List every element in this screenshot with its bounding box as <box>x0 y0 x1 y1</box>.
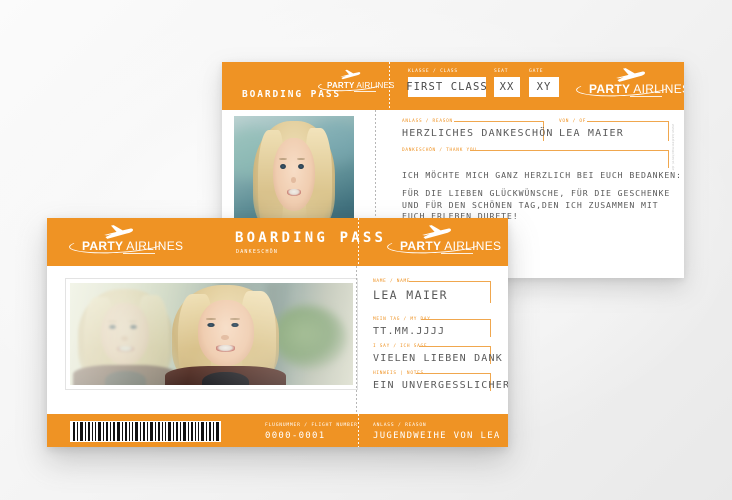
logo-brand-bold: PARTY <box>82 239 124 253</box>
front-card-photo <box>66 279 357 389</box>
name-label: NAME / NAME <box>373 279 411 284</box>
perforation-line-body <box>356 266 357 414</box>
seat-field-caption: SEAT <box>494 69 509 74</box>
seat-field-value[interactable]: XX <box>494 77 520 97</box>
party-airlines-wordmark: PARTY AIRLINES <box>400 239 501 253</box>
gate-field-caption: GATE <box>529 69 544 74</box>
photo-eye-right <box>298 163 305 169</box>
logo-brand-bold: PARTY <box>400 239 442 253</box>
logo-underline <box>441 253 473 254</box>
boarding-pass-card-front[interactable]: PARTY AIRLINES BOARDING PASS DANKESCHÖN … <box>47 218 508 447</box>
photo-mouth <box>286 188 302 196</box>
barcode <box>70 421 221 442</box>
photo-eye-left <box>280 163 287 169</box>
notes-value[interactable]: EIN UNVERGESSLICHER TAG <box>373 380 508 391</box>
reason-value[interactable]: HERZLICHES DANKESCHÖN <box>402 128 554 139</box>
myday-value[interactable]: TT.MM.JJJJ <box>373 326 445 337</box>
flight-number-value[interactable]: 0000-0001 <box>265 431 325 441</box>
perforation-line-header <box>358 218 359 266</box>
flight-number-label: FLUGNUMMER / FLIGHT NUMBER <box>265 423 358 428</box>
thankyou-bracket <box>470 150 669 168</box>
party-airlines-logo-front: PARTY AIRLINES <box>68 224 183 260</box>
photo-skin <box>272 137 316 212</box>
front-card-body: NAME / NAME LEA MAIER MEIN TAG / MY DAY … <box>47 266 508 414</box>
party-airlines-logo-back-main: PARTY AIRLINES <box>575 67 684 103</box>
back-card-header-stub: PARTY AIRLINES BOARDING PASS <box>222 62 394 110</box>
thankyou-lead: ICH MÖCHTE MICH GANZ HERZLICH BEI EUCH B… <box>402 170 682 180</box>
back-card-header: PARTY AIRLINES BOARDING PASS KLASSE / CL… <box>222 62 684 110</box>
logo-underline <box>123 253 155 254</box>
logo-underline <box>630 96 662 97</box>
logo-brand-light: AIRLINES <box>444 239 502 253</box>
footer-reason-value[interactable]: JUGENDWEIHE VON LEA <box>373 431 501 441</box>
logo-underline <box>354 90 376 92</box>
thankyou-label: DANKESCHÖN / THANK YOU <box>402 148 477 153</box>
party-airlines-wordmark: PARTY AIRLINES <box>589 82 684 96</box>
logo-brand-bold: PARTY <box>589 82 631 96</box>
party-airlines-logo-front-stub: PARTY AIRLINES <box>386 224 501 260</box>
logo-brand-light: AIRLINES <box>633 82 684 96</box>
barcode-bars <box>73 422 219 441</box>
front-card-footer: FLUGNUMMER / FLIGHT NUMBER 0000-0001 ANL… <box>47 414 508 447</box>
perforation-line-footer <box>358 414 359 447</box>
of-label: VON / OF <box>559 119 587 124</box>
party-airlines-wordmark: PARTY AIRLINES <box>82 239 183 253</box>
gate-field-value[interactable]: XY <box>529 77 559 97</box>
front-card-boarding-pass-title: BOARDING PASS <box>235 230 387 246</box>
photo-woman-with-reflection <box>70 283 353 385</box>
back-card-header-main: KLASSE / CLASS FIRST CLASS SEAT XX GATE … <box>390 62 684 110</box>
logo-brand-light: AIRLINES <box>126 239 184 253</box>
reason-label: ANLASS / REASON <box>402 119 453 124</box>
front-card-boarding-pass-subtitle: DANKESCHÖN <box>236 249 279 255</box>
front-card-fields: NAME / NAME LEA MAIER MEIN TAG / MY DAY … <box>359 266 508 414</box>
isay-value[interactable]: VIELEN LIEBEN DANK <box>373 353 503 364</box>
class-field-caption: KLASSE / CLASS <box>408 69 458 74</box>
class-field-value[interactable]: FIRST CLASS <box>406 77 487 97</box>
footer-reason-label: ANLASS / REASON <box>373 423 427 428</box>
front-card-header: PARTY AIRLINES BOARDING PASS DANKESCHÖN … <box>47 218 508 266</box>
photo-glass-reflection <box>70 283 353 385</box>
name-value[interactable]: LEA MAIER <box>373 288 448 302</box>
of-value[interactable]: LEA MAIER <box>559 128 624 139</box>
back-card-boarding-pass-title: BOARDING PASS <box>242 89 342 100</box>
watermark-text: www.kartenmacherei.de <box>671 124 675 171</box>
